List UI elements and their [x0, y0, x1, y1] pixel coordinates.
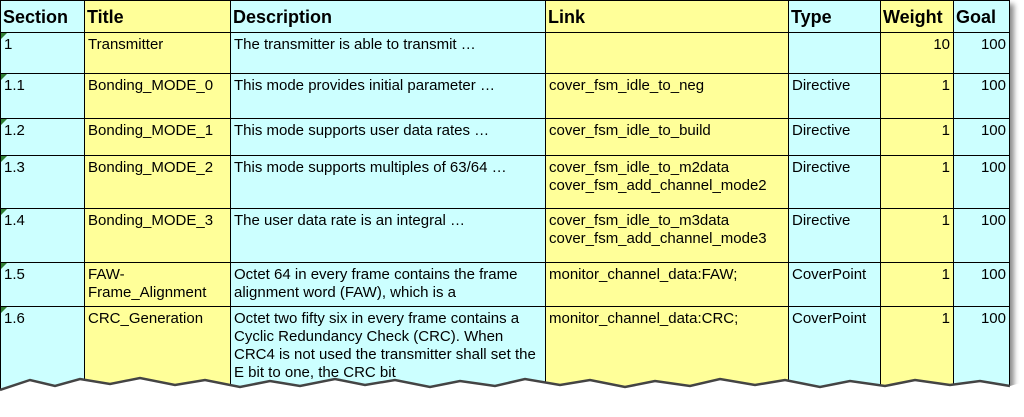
spreadsheet: Section Title Description Link Type Weig…: [0, 0, 1010, 402]
table-row: 1.4 Bonding_MODE_3 The user data rate is…: [0, 208, 1010, 263]
cell-link[interactable]: cover_fsm_idle_to_m3data cover_fsm_add_c…: [545, 208, 789, 263]
cell-title[interactable]: Bonding_MODE_1: [84, 118, 231, 156]
cell-title[interactable]: FAW-Frame_Alignment: [84, 262, 231, 307]
table-row: 1 Transmitter The transmitter is able to…: [0, 32, 1010, 74]
cell-description[interactable]: This mode supports multiples of 63/64 …: [230, 155, 546, 209]
cell-title[interactable]: Bonding_MODE_3: [84, 208, 231, 263]
cell-weight[interactable]: 1: [880, 262, 954, 307]
cell-goal[interactable]: 100: [953, 73, 1010, 119]
cell-link[interactable]: cover_fsm_idle_to_neg: [545, 73, 789, 119]
header-description[interactable]: Description: [230, 0, 546, 33]
torn-edge: [0, 376, 1024, 417]
cell-type[interactable]: Directive: [788, 155, 881, 209]
cell-link-line: cover_fsm_idle_to_m3data: [549, 212, 730, 229]
cell-section[interactable]: 1.1: [0, 73, 85, 119]
cell-link[interactable]: cover_fsm_idle_to_m2data cover_fsm_add_c…: [545, 155, 789, 209]
cell-goal[interactable]: 100: [953, 118, 1010, 156]
cell-section[interactable]: 1.5: [0, 262, 85, 307]
header-row: Section Title Description Link Type Weig…: [0, 0, 1010, 33]
cell-link-line: cover_fsm_idle_to_m2data: [549, 159, 730, 176]
header-link[interactable]: Link: [545, 0, 789, 33]
cell-type[interactable]: Directive: [788, 118, 881, 156]
cell-section[interactable]: 1: [0, 32, 85, 74]
testplan-table: Section Title Description Link Type Weig…: [0, 0, 1010, 402]
cell-type[interactable]: Directive: [788, 208, 881, 263]
cell-link-line: cover_fsm_idle_to_build: [549, 122, 711, 139]
header-weight[interactable]: Weight: [880, 0, 954, 33]
cell-link-line: monitor_channel_data:CRC;: [549, 310, 739, 327]
cell-title[interactable]: Bonding_MODE_0: [84, 73, 231, 119]
cell-description[interactable]: Octet 64 in every frame contains the fra…: [230, 262, 546, 307]
cell-goal[interactable]: 100: [953, 32, 1010, 74]
cell-description[interactable]: This mode supports user data rates …: [230, 118, 546, 156]
cell-section[interactable]: 1.2: [0, 118, 85, 156]
cell-goal[interactable]: 100: [953, 262, 1010, 307]
cell-type[interactable]: CoverPoint: [788, 262, 881, 307]
cell-section[interactable]: 1.3: [0, 155, 85, 209]
cell-description[interactable]: The user data rate is an integral …: [230, 208, 546, 263]
header-type[interactable]: Type: [788, 0, 881, 33]
cell-type[interactable]: Directive: [788, 73, 881, 119]
table-row: 1.3 Bonding_MODE_2 This mode supports mu…: [0, 155, 1010, 209]
cell-link[interactable]: cover_fsm_idle_to_build: [545, 118, 789, 156]
header-title[interactable]: Title: [84, 0, 231, 33]
cell-description[interactable]: This mode provides initial parameter …: [230, 73, 546, 119]
cell-weight[interactable]: 1: [880, 208, 954, 263]
cell-type[interactable]: [788, 32, 881, 74]
cell-weight[interactable]: 1: [880, 155, 954, 209]
cell-goal[interactable]: 100: [953, 208, 1010, 263]
cell-weight[interactable]: 10: [880, 32, 954, 74]
table-row: 1.2 Bonding_MODE_1 This mode supports us…: [0, 118, 1010, 156]
header-section[interactable]: Section: [0, 0, 85, 33]
cell-section[interactable]: 1.4: [0, 208, 85, 263]
cell-link[interactable]: [545, 32, 789, 74]
cell-goal[interactable]: 100: [953, 155, 1010, 209]
cell-link-line: cover_fsm_add_channel_mode3: [549, 230, 767, 247]
cell-title[interactable]: Transmitter: [84, 32, 231, 74]
cell-link-line: cover_fsm_add_channel_mode2: [549, 177, 767, 194]
cell-weight[interactable]: 1: [880, 118, 954, 156]
cell-description[interactable]: The transmitter is able to transmit …: [230, 32, 546, 74]
cell-weight[interactable]: 1: [880, 73, 954, 119]
cell-link-line: cover_fsm_idle_to_neg: [549, 77, 705, 94]
cell-link[interactable]: monitor_channel_data:FAW;: [545, 262, 789, 307]
cell-title[interactable]: Bonding_MODE_2: [84, 155, 231, 209]
header-goal[interactable]: Goal: [953, 0, 1010, 33]
cell-link-line: monitor_channel_data:FAW;: [549, 266, 738, 283]
table-row: 1.5 FAW-Frame_Alignment Octet 64 in ever…: [0, 262, 1010, 307]
table-row: 1.1 Bonding_MODE_0 This mode provides in…: [0, 73, 1010, 119]
